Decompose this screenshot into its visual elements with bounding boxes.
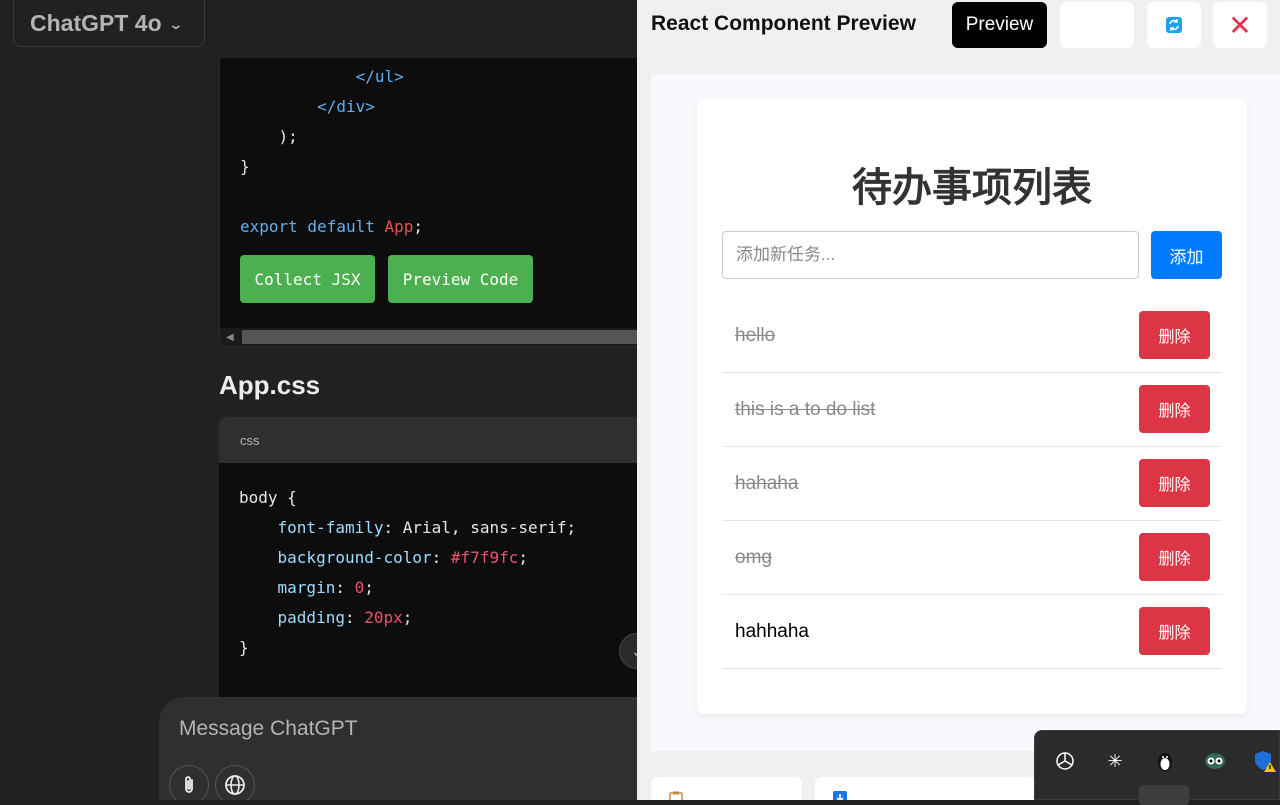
preview-toggle-button[interactable]: Preview <box>952 2 1047 48</box>
attach-button[interactable] <box>169 765 209 800</box>
todo-text[interactable]: hello <box>735 325 775 347</box>
code-line: } <box>240 157 250 176</box>
model-label: ChatGPT 4o <box>30 9 162 36</box>
css-property: padding <box>277 608 345 627</box>
code-line: </div> <box>240 97 375 116</box>
collect-jsx-button[interactable]: Collect JSX <box>240 255 375 303</box>
delete-todo-button[interactable]: 删除 <box>1139 311 1210 359</box>
todo-text[interactable]: omg <box>735 547 772 569</box>
refresh-icon <box>1166 17 1182 33</box>
close-icon: ✕ <box>1228 9 1252 41</box>
css-property: font-family <box>277 518 384 537</box>
model-selector-button[interactable]: ChatGPT 4o ⌄ <box>13 0 205 47</box>
file-heading: App.css <box>219 370 321 400</box>
scrollbar-thumb[interactable] <box>242 330 637 344</box>
code-content: </ul> </div> ); } export default App; <box>240 62 423 242</box>
todo-text[interactable]: hahhaha <box>735 621 809 643</box>
code-block-css: body { font-family: Arial, sans-serif; b… <box>219 463 637 723</box>
todo-app-heading: 待办事项列表 <box>852 166 1092 210</box>
refresh-button[interactable] <box>1147 2 1201 48</box>
css-property: margin <box>277 578 336 597</box>
code-line: </ul> <box>240 67 404 86</box>
delete-todo-button[interactable]: 删除 <box>1139 459 1210 507</box>
globe-icon <box>225 775 245 795</box>
css-value: 0 <box>354 578 365 597</box>
css-value: 20px <box>364 608 403 627</box>
css-value: #f7f9fc <box>450 548 519 567</box>
owl-icon[interactable] <box>1203 749 1227 773</box>
delete-todo-button[interactable]: 删除 <box>1139 607 1210 655</box>
chevron-down-icon: ⌄ <box>167 15 184 32</box>
shield-warning-icon[interactable] <box>1253 749 1277 773</box>
close-button[interactable]: ✕ <box>1213 2 1267 48</box>
code-block-jsx: </ul> </div> ); } export default App; Co… <box>219 58 637 347</box>
todo-text[interactable]: this is a to do list <box>735 399 875 421</box>
download-icon <box>833 791 847 800</box>
preview-frame: 待办事项列表 添加 hello删除this is a to do list删除h… <box>651 74 1280 751</box>
clipboard-icon <box>669 791 683 800</box>
todo-item[interactable]: hahhaha 删除 <box>722 595 1222 669</box>
bottom-tab-1[interactable] <box>651 777 802 800</box>
delete-todo-button[interactable]: 删除 <box>1139 533 1210 581</box>
delete-todo-button[interactable]: 删除 <box>1139 385 1210 433</box>
blank-toolbar-button[interactable] <box>1060 2 1134 48</box>
sparkle-icon[interactable]: ✳ <box>1103 749 1127 773</box>
composer-placeholder[interactable]: Message ChatGPT <box>179 717 358 741</box>
code-content: body { font-family: Arial, sans-serif; b… <box>239 488 577 657</box>
horizontal-scrollbar[interactable]: ◀ <box>220 328 637 346</box>
paperclip-icon <box>185 776 193 793</box>
web-search-button[interactable] <box>215 765 255 800</box>
jsx-tag: </ul> <box>355 67 404 86</box>
jsx-tag: </div> <box>317 97 375 116</box>
css-selector: body { <box>239 488 297 507</box>
tray-hover-highlight <box>1139 785 1189 805</box>
code-block-header: css <box>219 417 637 463</box>
code-language-label: css <box>240 432 260 448</box>
chat-pane: ChatGPT 4o ⌄ </ul> </div> ); } export de… <box>0 0 637 800</box>
css-property: background-color <box>277 548 432 567</box>
css-value: Arial, sans-serif <box>402 518 567 537</box>
todo-item[interactable]: omg 删除 <box>722 521 1222 595</box>
code-line: export default App; <box>240 217 423 236</box>
todo-list: hello 删除 this is a to do list 删除 hahaha 删除 omg… <box>722 299 1222 669</box>
todo-app-card: 待办事项列表 添加 hello删除this is a to do list删除h… <box>697 99 1247 714</box>
export-statement: export default App; <box>240 217 424 236</box>
preview-panel-title: React Component Preview <box>651 12 916 35</box>
code-line: ); <box>240 127 298 146</box>
code-text: } <box>240 157 250 176</box>
todo-item[interactable]: hello 删除 <box>722 299 1222 373</box>
bottom-tab-2[interactable] <box>815 777 1035 800</box>
message-composer[interactable]: Message ChatGPT <box>159 697 637 800</box>
todo-item[interactable]: this is a to do list 删除 <box>722 373 1222 447</box>
add-task-button[interactable]: 添加 <box>1151 231 1222 279</box>
system-tray-overflow: ✳ <box>1034 730 1280 805</box>
preview-panel: React Component Preview Preview ✕ 待办事项列表… <box>637 0 1280 800</box>
todo-item[interactable]: hahaha 删除 <box>722 447 1222 521</box>
openai-icon[interactable] <box>1053 749 1077 773</box>
scroll-left-icon[interactable]: ◀ <box>226 332 234 343</box>
code-text: ); <box>278 127 298 146</box>
css-closing-brace: } <box>239 638 249 657</box>
preview-code-button[interactable]: Preview Code <box>388 255 533 303</box>
todo-text[interactable]: hahaha <box>735 473 798 495</box>
penguin-icon[interactable] <box>1153 749 1177 773</box>
new-task-input[interactable] <box>722 231 1139 279</box>
